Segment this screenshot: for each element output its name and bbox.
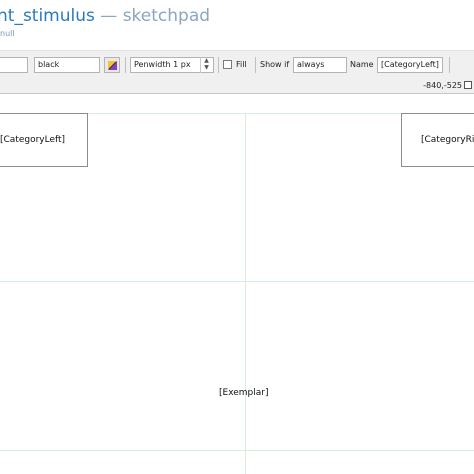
- item-type: sketchpad: [122, 6, 211, 26]
- color-picker-icon: [108, 61, 117, 70]
- item-title: nt_stimulus — sketchpad: [0, 6, 210, 26]
- title-separator: —: [94, 6, 123, 26]
- color-picker-button[interactable]: [104, 57, 120, 73]
- fill-checkbox[interactable]: [223, 60, 232, 69]
- name-label: Name: [350, 60, 374, 69]
- grid-line-horizontal: [0, 450, 474, 451]
- toolbar-divider: [218, 57, 219, 73]
- spin-down-icon[interactable]: ▼: [201, 64, 212, 71]
- show-if-input[interactable]: always: [293, 57, 347, 73]
- penwidth-spinner[interactable]: ▲ ▼: [200, 57, 212, 73]
- category-right-text[interactable]: [CategoryRi: [421, 135, 474, 145]
- prev-field[interactable]: [0, 57, 28, 73]
- expand-icon[interactable]: [464, 81, 472, 89]
- toolbar-divider: [255, 57, 256, 73]
- spin-up-icon[interactable]: ▲: [201, 57, 212, 64]
- category-left-text[interactable]: [CategoryLeft]: [0, 135, 65, 145]
- exemplar-text[interactable]: [Exemplar]: [219, 388, 269, 398]
- item-header: nt_stimulus — sketchpad null: [0, 0, 474, 44]
- name-input[interactable]: [CategoryLeft]: [377, 57, 443, 73]
- grid-line-vertical: [245, 113, 246, 474]
- grid-line-horizontal: [0, 281, 474, 282]
- item-name[interactable]: nt_stimulus: [0, 6, 95, 26]
- show-if-label: Show if: [260, 60, 290, 69]
- toolbar-divider: [449, 57, 450, 73]
- toolbar-divider: [125, 57, 126, 73]
- item-description[interactable]: null: [0, 29, 15, 38]
- cursor-coordinates: -840,-525: [423, 81, 462, 90]
- color-input[interactable]: black: [34, 57, 100, 73]
- fill-label: Fill: [236, 60, 247, 69]
- sketchpad-canvas[interactable]: [CategoryLeft] [CategoryRi [Exemplar]: [0, 95, 474, 474]
- sketchpad-toolbar: black Penwidth 1 px ▲ ▼ Fill Show if alw…: [0, 50, 474, 94]
